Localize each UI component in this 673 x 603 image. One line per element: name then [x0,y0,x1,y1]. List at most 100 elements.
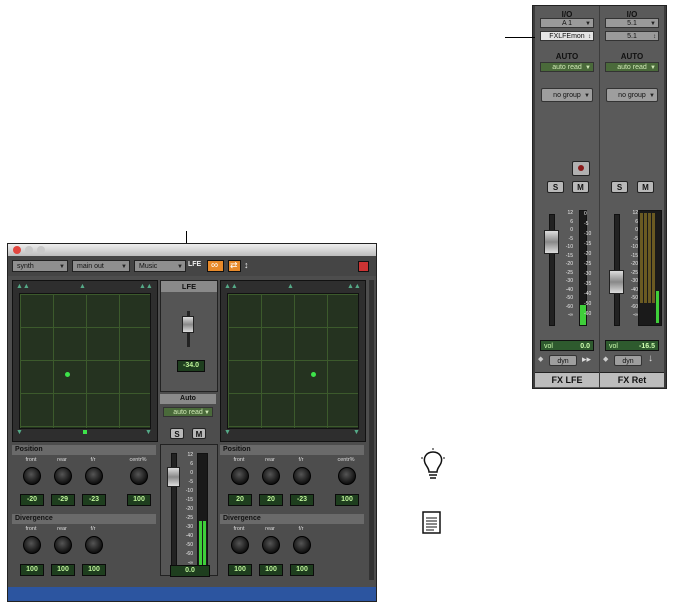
chevron-down-icon: ↕ [588,34,591,40]
automation-mode-selector[interactable]: auto read ▼ [540,62,594,72]
volume-fader-handle[interactable] [609,270,624,294]
knob-value[interactable]: -23 [82,494,106,506]
center-percent-knob[interactable] [130,467,148,485]
panner-mute-button[interactable]: M [192,428,206,439]
speaker-marker-icon: ▼ [145,429,152,436]
right-pan-grid-frame: ▲▲ ▲ ▲▲ ▼ ▼ [220,280,366,442]
knob-value[interactable]: 100 [51,564,75,576]
auto-header: AUTO [620,52,644,61]
lfe-toolbar-label[interactable]: LFE [188,261,201,268]
knob-label: f/r [298,526,304,532]
pan-position-marker[interactable] [311,372,316,377]
left-pan-grid-frame: ▲▲ ▲ ▲▲ ▼ ▼ [12,280,158,442]
knob-label: front [25,526,37,532]
knob-value[interactable]: -29 [51,494,75,506]
knob-value[interactable]: 20 [259,494,283,506]
link-toggle[interactable]: ∞ [207,260,224,272]
speaker-marker-icon: ▼ [353,429,360,436]
right-pan-grid[interactable] [227,293,359,429]
knob-value[interactable]: 100 [228,564,252,576]
close-window-icon[interactable] [13,246,21,254]
pan-position-marker[interactable] [65,372,70,377]
lfe-fader-handle[interactable] [182,316,194,333]
fr-divergence-knob[interactable] [85,536,103,554]
minimize-window-icon[interactable] [25,246,33,254]
meter-fill [648,213,651,303]
rear-position-knob[interactable] [262,467,280,485]
nudge-arrows-icon[interactable]: ◆ [603,355,608,363]
volume-readout[interactable]: vol 0.0 [540,340,594,351]
knob-label: f/r [90,526,96,532]
lfe-label: LFE [161,281,217,292]
dyn-button[interactable]: dyn [549,355,577,366]
rear-divergence-knob[interactable] [54,536,72,554]
fr-divergence-knob[interactable] [293,536,311,554]
mute-button[interactable]: M [637,181,654,193]
center-percent-knob[interactable] [338,467,356,485]
window-bottom-bar [8,587,376,601]
knob-label: rear [265,457,275,463]
front-position-knob[interactable] [23,467,41,485]
nudge-arrows-icon[interactable]: ◆ [538,355,543,363]
front-position-knob[interactable] [231,467,249,485]
left-pan-grid[interactable] [19,293,151,429]
lfe-value[interactable]: -34.0 [177,360,205,372]
knob-value[interactable]: 100 [290,564,314,576]
knob-value[interactable]: 100 [335,494,359,506]
chevron-down-icon: ↕ [653,34,656,40]
pointer-icon[interactable]: ↕ [244,260,249,270]
fr-position-knob[interactable] [85,467,103,485]
knob-value[interactable]: 20 [228,494,252,506]
panner-solo-button[interactable]: S [170,428,184,439]
mixer-strips: I/O A 1 ▼ FXLFEmon ↕ AUTO auto read ▼ no gr… [532,5,667,389]
panner-automation-selector[interactable]: auto read ▼ [163,407,213,417]
knob-value[interactable]: 100 [259,564,283,576]
meter-fill [652,213,655,303]
volume-fader-handle[interactable] [544,230,559,254]
output-selector[interactable]: 5.1 ↕ [605,31,659,41]
center-fader-section: 12 6 0 -5 -10 -15 -20 -25 -30 -40 -50 -60 -∞ [160,444,218,576]
link-icon: ∞ [211,260,219,271]
track-name[interactable]: FX Ret [600,372,664,387]
zoom-window-icon[interactable] [37,246,45,254]
output-selector[interactable]: FXLFEmon ↕ [540,31,594,41]
knob-value[interactable]: 100 [127,494,151,506]
speaker-marker-icon: ▼ [16,429,23,436]
output-path-selector[interactable]: main out ▼ [72,260,130,272]
dyn-button[interactable]: dyn [614,355,642,366]
front-divergence-knob[interactable] [23,536,41,554]
knob-value[interactable]: -20 [20,494,44,506]
window-titlebar[interactable] [8,244,376,256]
panner-window-close-icon[interactable] [358,261,369,272]
group-selector[interactable]: no group ▼ [606,88,658,102]
track-selector[interactable]: synth ▼ [12,260,68,272]
speaker-marker-icon: ▲▲ [347,283,361,290]
knob-value[interactable]: 100 [20,564,44,576]
down-arrow-icon: ↓ [648,353,653,364]
volume-readout[interactable]: vol -16.5 [605,340,659,351]
center-value[interactable]: 0.0 [170,565,210,577]
rear-position-knob[interactable] [54,467,72,485]
window-scrollbar[interactable] [369,280,374,580]
knob-value[interactable]: 100 [82,564,106,576]
input-selector[interactable]: A 1 ▼ [540,18,594,28]
solo-button[interactable]: S [611,181,628,193]
knob-label: front [233,526,245,532]
record-enable-button[interactable] [572,161,590,176]
rear-divergence-knob[interactable] [262,536,280,554]
output-panner-window: synth ▼ main out ▼ Music ▼ LFE ∞ ⇄ ↕ ▲▲ ▲ ▲… [7,243,377,602]
automation-mode-selector[interactable]: auto read ▼ [605,62,659,72]
knob-value[interactable]: -23 [290,494,314,506]
left-divergence-section: Divergence [12,514,156,524]
fr-position-knob[interactable] [293,467,311,485]
inverse-link-toggle[interactable]: ⇄ [228,260,241,272]
front-divergence-knob[interactable] [231,536,249,554]
track-name[interactable]: FX LFE [535,372,599,387]
insert-selector[interactable]: Music ▼ [134,260,186,272]
chevron-down-icon: ▼ [59,264,65,270]
mute-button[interactable]: M [572,181,589,193]
input-selector[interactable]: 5.1 ▼ [605,18,659,28]
meter-fill [640,213,643,303]
group-selector[interactable]: no group ▼ [541,88,593,102]
solo-button[interactable]: S [547,181,564,193]
